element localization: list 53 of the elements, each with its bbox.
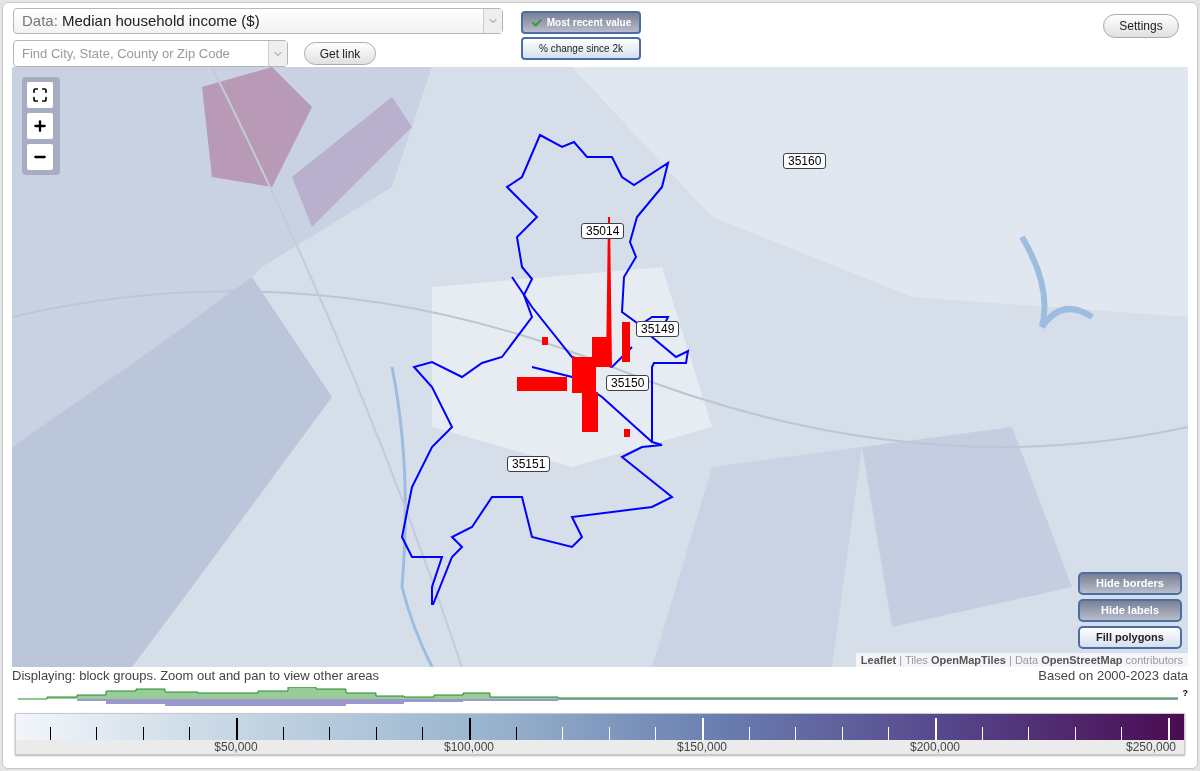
scale-tick <box>375 727 377 740</box>
scale-tick <box>748 727 750 740</box>
search-field[interactable]: Find City, State, County or Zip Code <box>13 40 288 67</box>
scale-tick <box>329 727 331 740</box>
scale-tick <box>422 727 424 740</box>
scale-tick <box>935 718 937 740</box>
zip-label: 35160 <box>783 153 827 169</box>
scale-label: $250,000 <box>1125 740 1177 755</box>
fullscreen-icon <box>32 87 48 103</box>
scale-tick <box>1028 727 1030 740</box>
data-select-value: Data: Median household income ($) <box>21 10 261 31</box>
scale-tick <box>1121 727 1123 740</box>
layer-toggle-button[interactable]: Fill polygons <box>1078 626 1182 649</box>
scale-tick <box>981 727 983 740</box>
view-toggle-button[interactable]: % change since 2k <box>521 37 641 60</box>
scale-tick <box>608 727 610 740</box>
scale-tick <box>655 727 657 740</box>
get-link-button[interactable]: Get link <box>304 42 376 65</box>
scale-tick <box>282 727 284 740</box>
settings-button[interactable]: Settings <box>1103 14 1179 38</box>
data-range-text: Based on 2000-2023 data <box>1038 667 1188 686</box>
data-select[interactable]: Data: Median household income ($) <box>13 8 503 34</box>
scale-tick <box>236 718 238 740</box>
scale-tick <box>841 727 843 740</box>
scale-label: $50,000 <box>214 740 258 755</box>
scale-tick <box>49 727 51 740</box>
zip-label: 35149 <box>636 321 680 337</box>
scale-tick <box>1074 727 1076 740</box>
zoom-out-button[interactable] <box>27 144 53 170</box>
scale-label: $150,000 <box>676 740 728 755</box>
scale-tick <box>189 727 191 740</box>
zip-label: 35151 <box>507 456 551 472</box>
scale-tick <box>1168 718 1170 740</box>
scale-tick <box>795 727 797 740</box>
scale-tick <box>469 718 471 740</box>
fullscreen-button[interactable] <box>27 82 53 108</box>
scale-tick <box>562 727 564 740</box>
zip-label: 35150 <box>606 375 650 391</box>
scale-tick <box>702 718 704 740</box>
unknown-value-mark: ? <box>1182 688 1188 698</box>
scale-tick <box>142 727 144 740</box>
scale-label: $200,000 <box>909 740 961 755</box>
scale-tick <box>96 727 98 740</box>
zoom-in-button[interactable] <box>27 113 53 139</box>
scale-label: $100,000 <box>443 740 495 755</box>
scale-tick <box>888 727 890 740</box>
plus-icon <box>32 118 48 134</box>
status-text: Displaying: block groups. Zoom out and pan to view other areas <box>12 667 380 686</box>
map-attribution: Leaflet | Tiles OpenMapTiles | Data OpenStreetMap contributors <box>855 653 1188 667</box>
scale-tick <box>515 727 517 740</box>
zip-label: 35014 <box>581 223 625 239</box>
map[interactable]: 35160 35014 35149 35150 35151 Hide borders Hide labels Fill polygons Leaflet | Tiles OpenMapTiles | Data OpenStreetMap contributors <box>12 67 1188 667</box>
check-icon <box>530 16 543 29</box>
